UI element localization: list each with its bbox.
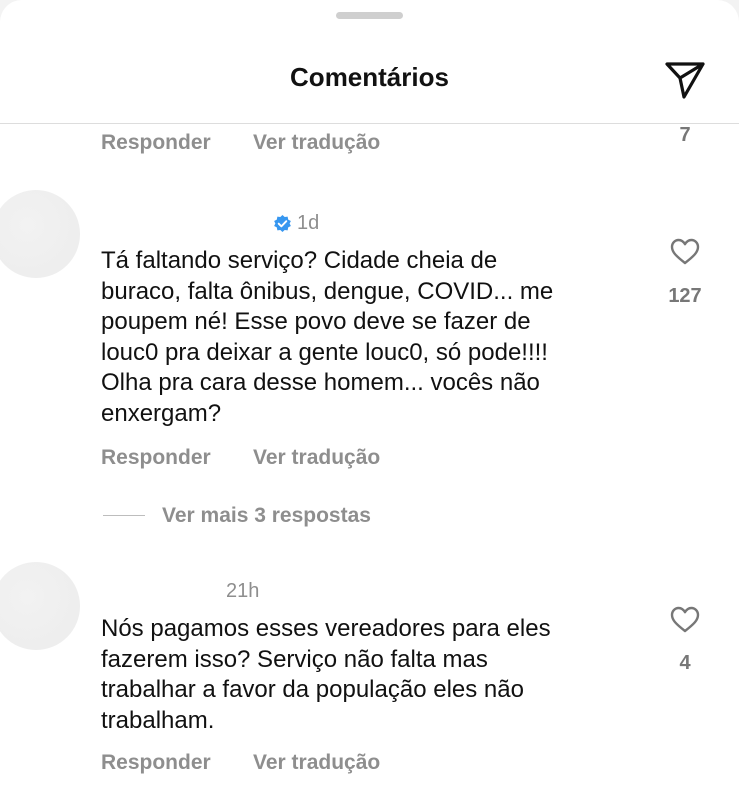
comment-time: 1d [297,212,320,234]
header-divider [0,123,739,124]
translate-button[interactable]: Ver tradução [253,751,380,775]
like-count: 127 [668,285,702,307]
verified-badge-icon [274,214,291,233]
translate-button[interactable]: Ver tradução [253,131,380,155]
send-icon[interactable] [662,58,708,102]
comment-meta: 1d [270,212,319,235]
comment-meta: 21h [200,580,259,603]
heart-icon[interactable] [670,238,700,266]
like-count: 4 [679,652,691,674]
reply-button[interactable]: Responder [101,131,211,155]
avatar[interactable] [0,562,80,650]
reply-button[interactable]: Responder [101,446,211,470]
comment-text: Tá faltando serviço? Cidade cheia de bur… [101,247,554,427]
heart-icon[interactable] [670,606,700,634]
translate-button[interactable]: Ver tradução [253,446,380,470]
comments-sheet: Comentários Responder Ver tradução 7 1d … [0,0,739,804]
comment-time: 21h [226,580,260,602]
like-count: 7 [679,124,691,146]
sheet-drag-handle[interactable] [336,12,403,19]
sheet-title: Comentários [290,62,449,92]
view-more-replies-button[interactable]: Ver mais 3 respostas [162,504,371,528]
replies-divider-line [103,515,145,516]
avatar[interactable] [0,190,80,278]
comment-text: Nós pagamos esses vereadores para eles f… [101,615,551,734]
reply-button[interactable]: Responder [101,751,211,775]
